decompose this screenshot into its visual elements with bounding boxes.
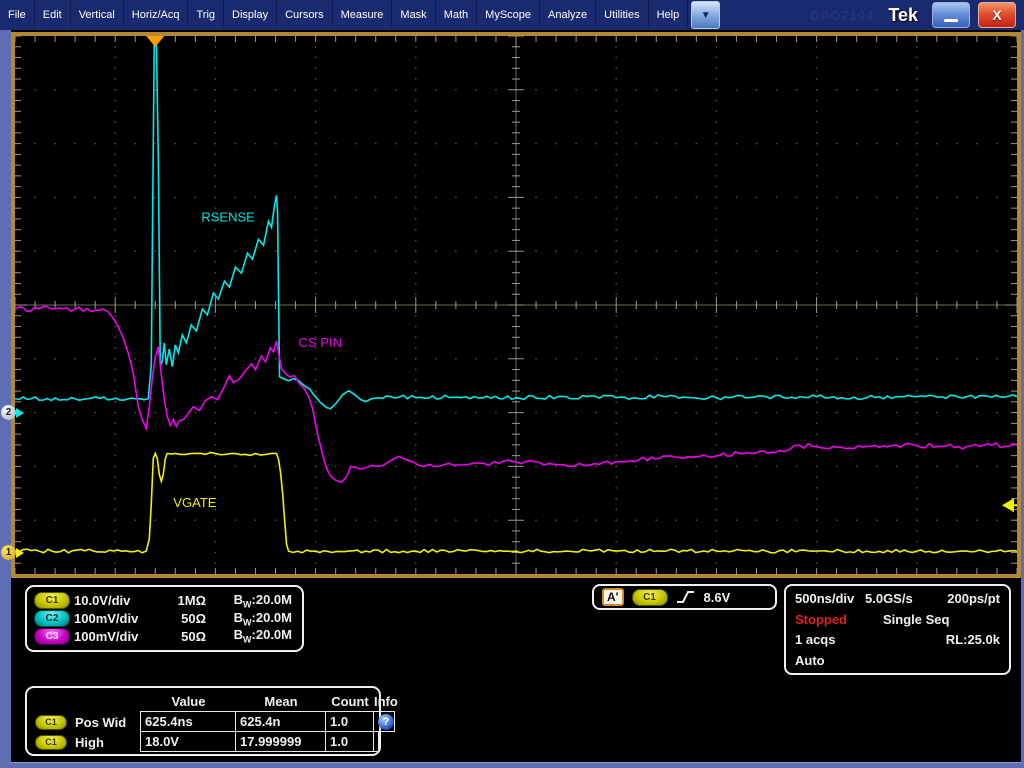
- close-icon: X: [992, 7, 1001, 23]
- menu-item-utilities[interactable]: Utilities: [596, 0, 648, 30]
- menu-item-file[interactable]: File: [0, 0, 35, 30]
- acquisition-panel: 500ns/div 5.0GS/s 200ps/pt Stopped Singl…: [784, 584, 1011, 675]
- header-value: Value: [141, 694, 236, 709]
- measurements-panel: Value Mean Count Info C1 Pos Wid 625.4ns…: [25, 686, 381, 756]
- rising-edge-icon: [676, 589, 696, 605]
- c1-scale: 10.0V/div: [74, 593, 154, 608]
- measurement-info-cell: ?: [373, 711, 395, 732]
- c3-bandwidth: BW:20.0M: [206, 627, 292, 645]
- menu-item-measure[interactable]: Measure: [333, 0, 393, 30]
- measurement-name: High: [75, 735, 104, 750]
- acquisition-count: 1 acqs: [795, 632, 930, 647]
- measurement-value: 18.0V: [140, 731, 236, 752]
- c3-scale: 100mV/div: [74, 629, 154, 644]
- tek-logo: Tek: [888, 5, 918, 26]
- trigger-level-value: 8.6V: [704, 590, 731, 605]
- label-vgate: VGATE: [173, 495, 216, 510]
- c2-scale: 100mV/div: [74, 611, 154, 626]
- trigger-readout-panel: A' C1 8.6V: [592, 584, 777, 610]
- channel-settings-panel: C1 10.0V/div 1MΩ BW:20.0M C2 100mV/div 5…: [25, 585, 304, 652]
- measurement-value: 625.4ns: [140, 711, 236, 732]
- label-rsense: RSENSE: [201, 209, 255, 224]
- menu-item-vertical[interactable]: Vertical: [71, 0, 124, 30]
- menu-item-edit[interactable]: Edit: [35, 0, 71, 30]
- menu-item-trig[interactable]: Trig: [188, 0, 224, 30]
- menu-item-mask[interactable]: Mask: [392, 0, 435, 30]
- menu-item-cursors[interactable]: Cursors: [277, 0, 333, 30]
- minimize-button[interactable]: [932, 2, 970, 28]
- measurement-count: 1.0: [325, 731, 374, 752]
- resolution-value: 200ps/pt: [937, 591, 1000, 606]
- measurement-name: Pos Wid: [75, 715, 126, 730]
- info-icon[interactable]: ?: [378, 714, 394, 730]
- menu-item-myscope[interactable]: MyScope: [477, 0, 540, 30]
- trigger-mode: Auto: [795, 653, 825, 668]
- trigger-channel-badge[interactable]: C1: [632, 589, 668, 606]
- measurement-info-cell-empty: [373, 731, 379, 752]
- header-info: Info: [374, 694, 398, 709]
- measurement-mean: 17.999999: [235, 731, 326, 752]
- record-length: RL:25.0k: [930, 632, 1000, 647]
- header-mean: Mean: [236, 694, 326, 709]
- trigger-source-badge: A': [602, 588, 624, 606]
- trigger-position-marker[interactable]: [146, 36, 164, 47]
- timebase-value: 500ns/div: [795, 591, 865, 606]
- c1-impedance: 1MΩ: [154, 593, 206, 608]
- menu-item-horiz-acq[interactable]: Horiz/Acq: [124, 0, 189, 30]
- c2-bandwidth: BW:20.0M: [206, 610, 292, 628]
- menu-bar: FileEditVerticalHoriz/AcqTrigDisplayCurs…: [0, 0, 1024, 30]
- c2-impedance: 50Ω: [154, 611, 206, 626]
- chevron-down-icon: ▼: [701, 10, 711, 21]
- minimize-icon: [944, 19, 958, 22]
- menu-overflow-dropdown-button[interactable]: ▼: [691, 1, 720, 29]
- acquisition-state: Stopped: [795, 612, 883, 627]
- menu-items: FileEditVerticalHoriz/AcqTrigDisplayCurs…: [0, 0, 688, 30]
- channel-row-c3[interactable]: C3 100mV/div 50Ω BW:20.0M: [34, 627, 292, 645]
- measurement-channel-badge[interactable]: C1: [35, 735, 67, 750]
- acquisition-mode: Single Seq: [883, 612, 1000, 627]
- model-label: DPO7104: [810, 8, 874, 23]
- channel-2-arrow-icon: [16, 408, 24, 418]
- measurement-row-high: C1 High 18.0V 17.999999 1.0: [31, 732, 375, 752]
- channel-badge-c2[interactable]: C2: [34, 610, 70, 627]
- menu-item-display[interactable]: Display: [224, 0, 277, 30]
- sample-rate-value: 5.0GS/s: [865, 591, 937, 606]
- channel-badge-c1[interactable]: C1: [34, 592, 70, 609]
- measurement-row-pos-wid: C1 Pos Wid 625.4ns 625.4n 1.0 ?: [31, 712, 375, 732]
- channel-badge-c3[interactable]: C3: [34, 628, 70, 645]
- measurement-channel-badge[interactable]: C1: [35, 715, 67, 730]
- channel-1-reference-marker[interactable]: 1: [1, 545, 16, 560]
- oscilloscope-app: { "window": { "brand_faint": "DPO7104", …: [0, 0, 1024, 768]
- header-count: Count: [326, 694, 374, 709]
- menu-item-math[interactable]: Math: [436, 0, 477, 30]
- close-button[interactable]: X: [978, 2, 1016, 28]
- channel-row-c2[interactable]: C2 100mV/div 50Ω BW:20.0M: [34, 610, 292, 628]
- menu-item-help[interactable]: Help: [649, 0, 689, 30]
- waveform-plot: RSENSE CS PIN VGATE: [15, 36, 1017, 574]
- label-cs-pin: CS PIN: [299, 335, 342, 350]
- channel-2-reference-marker[interactable]: 2: [1, 405, 16, 420]
- c1-bandwidth: BW:20.0M: [206, 592, 292, 610]
- trigger-level-marker[interactable]: [1002, 498, 1014, 512]
- measurement-count: 1.0: [325, 711, 374, 732]
- measurement-mean: 625.4n: [235, 711, 326, 732]
- channel-1-arrow-icon: [16, 548, 24, 558]
- menu-item-analyze[interactable]: Analyze: [540, 0, 596, 30]
- channel-row-c1[interactable]: C1 10.0V/div 1MΩ BW:20.0M: [34, 592, 292, 610]
- graticule-frame: RSENSE CS PIN VGATE: [11, 32, 1021, 578]
- measurements-header: Value Mean Count Info: [31, 691, 375, 712]
- c3-impedance: 50Ω: [154, 629, 206, 644]
